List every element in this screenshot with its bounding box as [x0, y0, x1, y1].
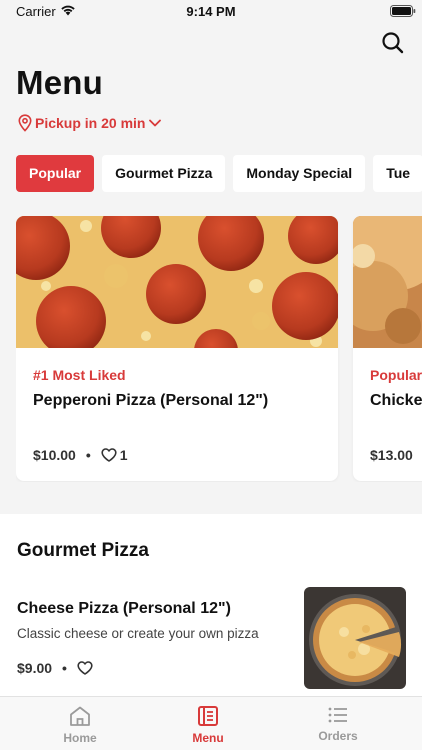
card-title: Pepperoni Pizza (Personal 12") [33, 392, 269, 409]
card-footer: $13.00 [370, 447, 413, 463]
home-icon [70, 706, 90, 726]
tab-tuesday[interactable]: Tue [373, 155, 422, 192]
like-button[interactable] [77, 661, 93, 675]
like-button[interactable]: 1 [101, 447, 128, 463]
category-tabs: Popular Gourmet Pizza Monday Special Tue [16, 155, 422, 192]
tabbar-orders[interactable]: Orders [288, 705, 388, 743]
battery-icon [390, 5, 416, 17]
pickup-label: Pickup in 20 min [35, 115, 146, 131]
status-bar: Carrier 9:14 PM [0, 0, 422, 24]
section-title: Gourmet Pizza [17, 540, 149, 561]
pickup-time-selector[interactable]: Pickup in 20 min [18, 113, 162, 133]
cheese-pizza-image [304, 587, 406, 689]
tab-popular[interactable]: Popular [16, 155, 95, 192]
tabbar-label: Home [63, 731, 97, 745]
item-description: Classic cheese or create your own pizza [17, 626, 259, 641]
pepperoni-pizza-image [16, 216, 338, 348]
chevron-down-icon [149, 119, 162, 127]
card-price: $10.00 [33, 447, 76, 463]
page-title: Menu [16, 64, 103, 101]
chicken-pizza-image [353, 216, 422, 348]
featured-carousel: #1 Most Liked Pepperoni Pizza (Personal … [16, 216, 422, 482]
separator-dot: • [85, 447, 91, 463]
menu-book-icon [198, 706, 218, 726]
tab-gourmet-pizza[interactable]: Gourmet Pizza [102, 155, 226, 192]
card-footer: $10.00 • 1 [33, 447, 128, 463]
like-count: 1 [119, 447, 128, 463]
card-tag: #1 Most Liked [33, 367, 126, 383]
tabbar-menu[interactable]: Menu [158, 705, 258, 745]
card-tag: Popular [370, 367, 422, 383]
search-button[interactable] [380, 30, 406, 56]
item-footer: $9.00 • [17, 660, 93, 676]
orders-list-icon [328, 707, 347, 723]
featured-card-chicken[interactable]: Popular Chicken (Personal 12") $13.00 [353, 216, 422, 481]
tabbar-label: Orders [318, 729, 358, 743]
search-icon [382, 32, 404, 54]
menu-item-cheese-pizza[interactable]: Cheese Pizza (Personal 12") Classic chee… [0, 580, 422, 694]
heart-icon [77, 661, 93, 675]
featured-card-pepperoni[interactable]: #1 Most Liked Pepperoni Pizza (Personal … [16, 216, 338, 481]
tabbar-home[interactable]: Home [30, 705, 130, 745]
heart-icon [101, 448, 117, 462]
bottom-tab-bar: Home Menu Orders [0, 696, 422, 750]
clock: 9:14 PM [186, 4, 236, 19]
item-name: Cheese Pizza (Personal 12") [17, 600, 231, 617]
tabbar-label: Menu [192, 731, 224, 745]
item-price: $9.00 [17, 660, 53, 676]
card-title: Chicken (Personal 12") [370, 392, 422, 409]
separator-dot: • [62, 660, 67, 676]
location-pin-icon [18, 114, 32, 132]
card-price: $13.00 [370, 447, 413, 463]
tab-monday-special[interactable]: Monday Special [233, 155, 366, 192]
